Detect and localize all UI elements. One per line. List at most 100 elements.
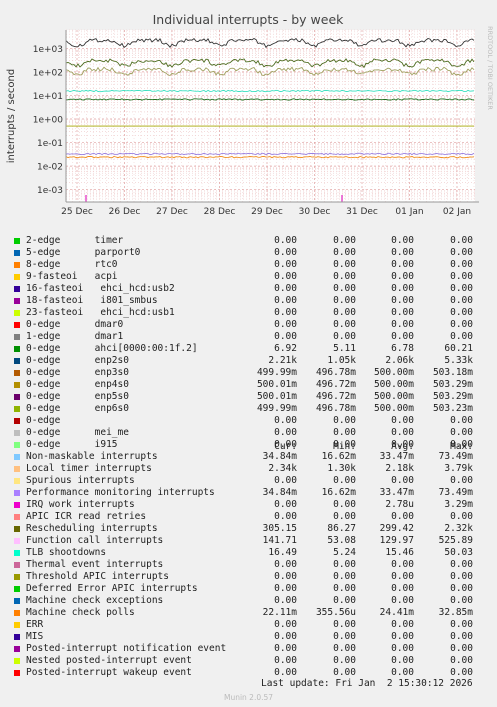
legend-min: 0.00	[333, 643, 356, 654]
legend-avg: 500.00m	[373, 379, 414, 390]
legend-max: 32.85m	[438, 607, 473, 618]
legend-label: Posted-interrupt wakeup event	[26, 667, 192, 678]
legend-cur: 0.00	[274, 307, 297, 318]
legend-min: 0.00	[333, 331, 356, 342]
legend-label: 0-edge enp5s0	[26, 391, 129, 402]
legend-max: 525.89	[438, 535, 473, 546]
y-tick-label: 1e+00	[33, 116, 64, 126]
legend-label: Machine check polls	[26, 607, 135, 618]
legend-max: 0.00	[450, 559, 473, 570]
x-tick-label: 02 Jan	[443, 207, 471, 217]
legend-label: 9-fasteoi acpi	[26, 271, 118, 282]
legend-max: 0.00	[450, 583, 473, 594]
legend-cur: 0.00	[274, 631, 297, 642]
legend-row: Spurious interrupts 0.00 0.00 0.00 0.00	[0, 475, 497, 487]
legend-cur: 0.00	[274, 295, 297, 306]
legend-min: 0.00	[333, 439, 356, 450]
legend-min: 0.00	[333, 259, 356, 270]
y-tick-label: 1e+02	[33, 68, 63, 78]
legend-row: 2-edge timer 0.00 0.00 0.00 0.00	[0, 235, 497, 247]
legend-avg: 0.00	[391, 559, 414, 570]
legend-swatch	[14, 394, 20, 400]
legend-cur: 2.21k	[268, 355, 297, 366]
legend-min: 496.72m	[315, 391, 356, 402]
x-tick-label: 27 Dec	[156, 207, 188, 217]
legend-avg: 0.00	[391, 667, 414, 678]
legend-label: APIC ICR read retries	[26, 511, 147, 522]
legend-max: 5.33k	[444, 355, 473, 366]
last-update: Last update: Fri Jan 2 15:30:12 2026	[261, 678, 473, 689]
legend-max: 60.21	[444, 343, 473, 354]
legend-avg: 0.00	[391, 295, 414, 306]
legend-avg: 129.97	[379, 535, 414, 546]
legend-label: TLB shootdowns	[26, 547, 107, 558]
legend-max: 0.00	[450, 259, 473, 270]
legend-row: 8-edge rtc0 0.00 0.00 0.00 0.00	[0, 259, 497, 271]
legend-min: 496.78m	[315, 403, 356, 414]
legend-min: 0.00	[333, 667, 356, 678]
legend-cur: 0.00	[274, 427, 297, 438]
legend-label: 23-fasteoi ehci_hcd:usb1	[26, 307, 175, 318]
legend-cur: 500.01m	[256, 379, 297, 390]
legend-swatch	[14, 538, 20, 544]
legend-avg: 0.00	[391, 631, 414, 642]
legend-row: Performance monitoring interrupts 34.84m 1…	[0, 487, 497, 499]
legend-min: 0.00	[333, 475, 356, 486]
legend-min: 0.00	[333, 595, 356, 606]
legend-swatch	[14, 382, 20, 388]
legend-label: 5-edge parport0	[26, 247, 141, 258]
legend-row: Thermal event interrupts 0.00 0.00 0.00 0.00	[0, 559, 497, 571]
legend-max: 503.23m	[432, 403, 473, 414]
legend-label: Posted-interrupt notification event	[26, 643, 227, 654]
legend-label: 2-edge timer	[26, 235, 124, 246]
legend-row: Posted-interrupt notification event 0.00 0…	[0, 643, 497, 655]
legend-cur: 0.00	[274, 619, 297, 630]
legend-avg: 0.00	[391, 319, 414, 330]
legend-min: 53.08	[327, 535, 356, 546]
legend-swatch	[14, 562, 20, 568]
legend-label: Machine check exceptions	[26, 595, 164, 606]
legend-avg: 0.00	[391, 571, 414, 582]
legend-cur: 0.00	[274, 511, 297, 522]
legend-cur: 0.00	[274, 331, 297, 342]
legend-max: 0.00	[450, 427, 473, 438]
legend-swatch	[14, 274, 20, 280]
plot-area	[66, 30, 475, 202]
legend-row: ERR 0.00 0.00 0.00 0.00	[0, 619, 497, 631]
legend-label: 0-edge mei_me	[26, 427, 129, 438]
legend-swatch	[14, 526, 20, 532]
legend-label: Thermal event interrupts	[26, 559, 164, 570]
legend-swatch	[14, 322, 20, 328]
legend-label: Threshold APIC interrupts	[26, 571, 169, 582]
legend-label: Deferred Error APIC interrupts	[26, 583, 198, 594]
legend-swatch	[14, 610, 20, 616]
legend-max: 0.00	[450, 439, 473, 450]
legend-avg: 0.00	[391, 247, 414, 258]
legend-label: 0-edge dmar0	[26, 319, 124, 330]
legend-avg: 500.00m	[373, 367, 414, 378]
legend-min: 5.11	[333, 343, 356, 354]
legend-row: 0-edge ahci[0000:00:1f.2] 6.92 5.11 6.78 60.…	[0, 343, 497, 355]
legend-min: 1.05k	[327, 355, 356, 366]
munin-version: Munin 2.0.57	[223, 693, 274, 702]
legend-max: 0.00	[450, 295, 473, 306]
legend-min: 355.56u	[315, 607, 356, 618]
legend-cur: 34.84m	[262, 487, 297, 498]
legend-avg: 6.78	[391, 343, 414, 354]
legend-min: 496.72m	[315, 379, 356, 390]
legend-min: 0.00	[333, 619, 356, 630]
legend-avg: 0.00	[391, 583, 414, 594]
legend-cur: 2.34k	[268, 463, 297, 474]
legend-row: APIC ICR read retries 0.00 0.00 0.00 0.00	[0, 511, 497, 523]
legend-max: 73.49m	[438, 451, 473, 462]
legend-avg: 33.47m	[379, 451, 414, 462]
x-tick-label: 31 Dec	[346, 207, 378, 217]
legend-cur: 6.92	[274, 343, 297, 354]
legend-swatch	[14, 634, 20, 640]
legend-avg: 0.00	[391, 415, 414, 426]
legend-max: 0.00	[450, 475, 473, 486]
legend-swatch	[14, 478, 20, 484]
legend-row: 18-fasteoi i801_smbus 0.00 0.00 0.00 0.00	[0, 295, 497, 307]
legend-cur: 0.00	[274, 643, 297, 654]
legend-row: 0-edge enp4s0 500.01m 496.72m 500.00m 503.29…	[0, 379, 497, 391]
